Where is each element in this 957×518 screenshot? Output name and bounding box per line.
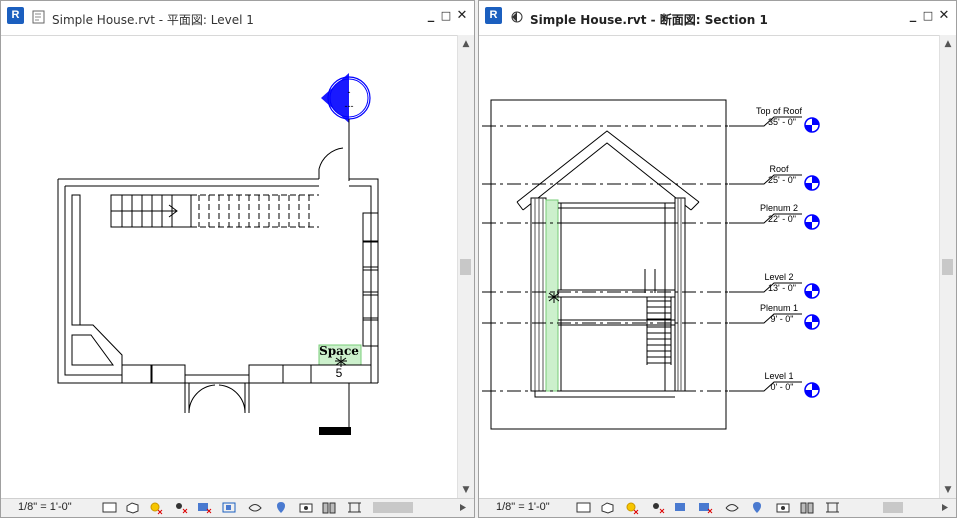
elevation-marker-top: -	[348, 87, 351, 97]
right-close-button[interactable]: ✕	[937, 8, 951, 24]
scroll-right-icon[interactable]	[938, 500, 952, 515]
scroll-up-arrow[interactable]: ▲	[940, 37, 956, 51]
level-name: Level 1	[764, 371, 793, 381]
right-view-control-bar: 1/8" = 1'-0"	[479, 498, 956, 517]
crop-view-icon[interactable]	[673, 500, 690, 515]
level-head-icon[interactable]	[804, 214, 820, 230]
scroll-thumb[interactable]	[460, 259, 471, 275]
horizontal-scroll-thumb[interactable]	[373, 502, 413, 513]
shadows-icon[interactable]	[172, 500, 189, 515]
level-elevation: 0' - 0"	[771, 382, 794, 392]
left-vertical-scrollbar[interactable]: ▲ ▼	[457, 35, 474, 499]
right-restore-button[interactable]: □	[921, 8, 935, 24]
scroll-down-arrow[interactable]: ▼	[458, 483, 474, 497]
worksharing-display-icon[interactable]	[346, 500, 363, 515]
left-view-title: Simple House.rvt - 平面図: Level 1	[52, 13, 254, 27]
worksharing-display-icon[interactable]	[824, 500, 841, 515]
sun-path-icon[interactable]	[147, 500, 164, 515]
crop-view-icon[interactable]	[196, 500, 213, 515]
elevation-marker-bottom: ---	[345, 101, 354, 111]
level-name: Level 2	[764, 272, 793, 282]
level-head-icon[interactable]	[804, 382, 820, 398]
floor-plan-view-window[interactable]: R Simple House.rvt - 平面図: Level 1 _ □ ✕ …	[0, 0, 475, 518]
revit-app-icon: R	[7, 7, 24, 24]
level-elevation: 35' - 0"	[768, 117, 796, 127]
floor-plan-view-icon	[32, 10, 45, 24]
level-head-icon[interactable]	[804, 283, 820, 299]
left-view-control-bar: 1/8" = 1'-0"	[1, 498, 474, 517]
space-number: 5	[336, 366, 343, 380]
level-head-icon[interactable]	[804, 314, 820, 330]
right-minimize-button[interactable]: _	[906, 8, 920, 24]
left-close-button[interactable]: ✕	[455, 8, 469, 24]
level-name: Plenum 2	[760, 203, 798, 213]
shadows-icon[interactable]	[649, 500, 666, 515]
level-head-icon[interactable]	[804, 117, 820, 133]
detail-level-icon[interactable]	[575, 500, 592, 515]
elevation-marker[interactable]: - ---	[321, 73, 371, 181]
temporary-hide-icon[interactable]	[749, 500, 766, 515]
horizontal-scroll-thumb[interactable]	[883, 502, 903, 513]
show-crop-icon[interactable]	[221, 500, 238, 515]
right-vertical-scrollbar[interactable]: ▲ ▼	[939, 35, 956, 499]
unlock-3d-icon[interactable]	[247, 500, 264, 515]
left-view-titlebar[interactable]: R Simple House.rvt - 平面図: Level 1 _ □ ✕	[1, 1, 474, 36]
detail-level-icon[interactable]	[101, 500, 118, 515]
view-scale[interactable]: 1/8" = 1'-0"	[496, 501, 550, 513]
level-name: Plenum 1	[760, 303, 798, 313]
visual-style-icon[interactable]	[124, 500, 141, 515]
section-head[interactable]	[319, 427, 351, 435]
level-elevation: 22' - 0"	[768, 214, 796, 224]
level-elevation: 9' - 0"	[771, 314, 794, 324]
floor-plan-canvas[interactable]: - --- Space 5	[1, 35, 459, 501]
scroll-up-arrow[interactable]: ▲	[458, 37, 474, 51]
plan-walls[interactable]	[57, 147, 379, 435]
view-scale[interactable]: 1/8" = 1'-0"	[18, 501, 72, 513]
scroll-thumb[interactable]	[942, 259, 953, 275]
level-head-icon[interactable]	[804, 175, 820, 191]
scroll-right-icon[interactable]	[456, 500, 470, 515]
section-canvas[interactable]: Top of Roof35' - 0" Roof25' - 0" Plenum 22…	[479, 35, 941, 501]
scroll-down-arrow[interactable]: ▼	[940, 483, 956, 497]
unlock-3d-icon[interactable]	[724, 500, 741, 515]
section-view-window[interactable]: R Simple House.rvt - 断面図: Section 1 _ □ …	[478, 0, 957, 518]
right-view-title: Simple House.rvt - 断面図: Section 1	[530, 13, 768, 27]
level-elevation: 25' - 0"	[768, 175, 796, 185]
revit-app-icon: R	[485, 7, 502, 24]
left-restore-button[interactable]: □	[439, 8, 453, 24]
reveal-hidden-icon[interactable]	[775, 500, 792, 515]
section-view-icon	[511, 11, 523, 23]
section-building[interactable]	[516, 130, 700, 398]
space-tag[interactable]: Space 5	[310, 344, 372, 384]
left-minimize-button[interactable]: _	[424, 8, 438, 24]
crop-region[interactable]	[490, 99, 727, 430]
temporary-view-icon[interactable]	[799, 500, 816, 515]
space-label: Space	[319, 344, 359, 358]
visual-style-icon[interactable]	[599, 500, 616, 515]
sun-path-icon[interactable]	[623, 500, 640, 515]
level-name: Top of Roof	[756, 106, 803, 116]
right-view-titlebar[interactable]: R Simple House.rvt - 断面図: Section 1 _ □ …	[479, 1, 956, 36]
level-name: Roof	[769, 164, 789, 174]
temporary-hide-icon[interactable]	[273, 500, 290, 515]
show-crop-icon[interactable]	[697, 500, 714, 515]
reveal-hidden-icon[interactable]	[298, 500, 315, 515]
level-elevation: 13' - 0"	[768, 283, 796, 293]
temporary-view-icon[interactable]	[321, 500, 338, 515]
